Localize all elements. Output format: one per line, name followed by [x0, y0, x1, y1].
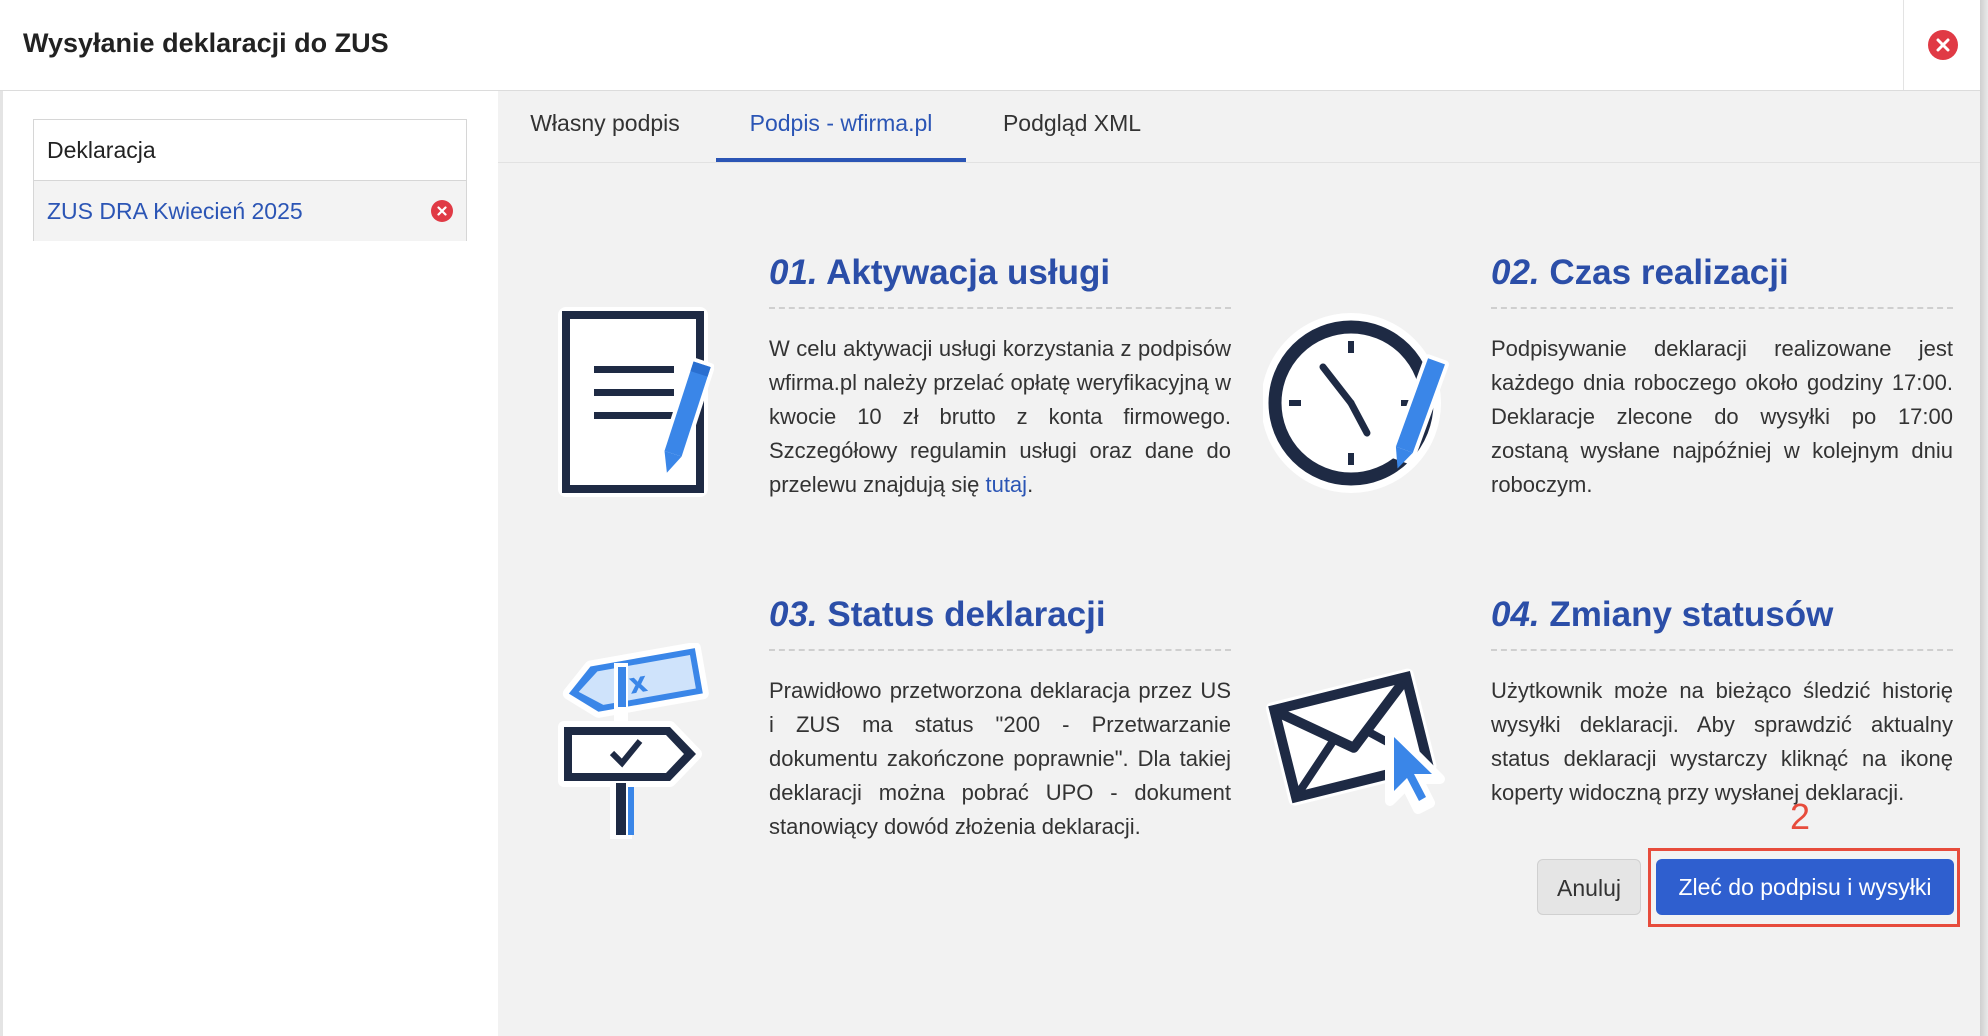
- feature-divider: [769, 649, 1231, 651]
- feature-divider: [769, 307, 1231, 309]
- feature-heading: Czas realizacji: [1549, 253, 1789, 292]
- annotation-highlight-box: [1648, 848, 1960, 927]
- declaration-item[interactable]: ZUS DRA Kwiecień 2025: [34, 181, 466, 241]
- terms-link[interactable]: tutaj: [985, 472, 1027, 497]
- feature-description: Prawidłowo przetworzona deklaracja przez…: [769, 678, 1231, 839]
- feature-divider: [1491, 307, 1953, 309]
- tab-divider: [498, 162, 1980, 163]
- document-pen-icon: [554, 303, 715, 508]
- close-icon: [1936, 38, 1950, 52]
- feature-heading: Aktywacja usługi: [826, 253, 1111, 292]
- feature-number: 04.: [1491, 595, 1540, 634]
- feature-title: 02. Czas realizacji: [1491, 253, 1789, 293]
- remove-declaration-button[interactable]: [431, 200, 453, 222]
- tab-own-signature[interactable]: Własny podpis: [498, 91, 712, 162]
- annotation-step-number: 2: [1790, 796, 1811, 837]
- clock-pen-icon: [1261, 303, 1453, 508]
- declaration-list-header: Deklaracja: [34, 120, 466, 181]
- feature-number: 01.: [769, 253, 818, 292]
- modal-dialog: Wysyłanie deklaracji do ZUS Deklaracja Z…: [0, 0, 1988, 1036]
- backdrop-edge: [0, 0, 3, 1036]
- feature-title: 01. Aktywacja usługi: [769, 253, 1110, 293]
- declaration-item-label[interactable]: ZUS DRA Kwiecień 2025: [47, 198, 303, 224]
- feature-heading: Zmiany statusów: [1549, 595, 1834, 634]
- feature-divider: [1491, 649, 1953, 651]
- feature-title: 03. Status deklaracji: [769, 595, 1106, 635]
- window-edge: [1980, 0, 1988, 1036]
- feature-title: 04. Zmiany statusów: [1491, 595, 1833, 635]
- remove-icon: [437, 206, 447, 216]
- tab-wfirma-signature[interactable]: Podpis - wfirma.pl: [716, 91, 966, 162]
- tab-bar: Własny podpis Podpis - wfirma.pl Podgląd…: [498, 91, 1980, 162]
- feature-number: 03.: [769, 595, 818, 634]
- feature-heading: Status deklaracji: [827, 595, 1106, 634]
- feature-number: 02.: [1491, 253, 1540, 292]
- signpost-icon: x: [550, 642, 720, 848]
- cancel-button[interactable]: Anuluj: [1537, 859, 1641, 915]
- close-button[interactable]: [1928, 30, 1958, 60]
- feature-description: Użytkownik może na bieżąco śledzić histo…: [1491, 678, 1953, 805]
- envelope-cursor-icon: [1258, 651, 1458, 826]
- modal-title: Wysyłanie deklaracji do ZUS: [23, 28, 389, 58]
- feature-description: Podpisywanie deklaracji realizowane jest…: [1491, 336, 1953, 497]
- close-area: [1903, 0, 1981, 90]
- feature-description: W celu aktywacji usługi korzystania z po…: [769, 332, 1231, 502]
- modal-header: Wysyłanie deklaracji do ZUS: [0, 0, 1980, 91]
- feature-text-end: .: [1027, 472, 1034, 497]
- declaration-list: Deklaracja ZUS DRA Kwiecień 2025: [33, 119, 467, 241]
- tab-xml-preview[interactable]: Podgląd XML: [968, 91, 1176, 162]
